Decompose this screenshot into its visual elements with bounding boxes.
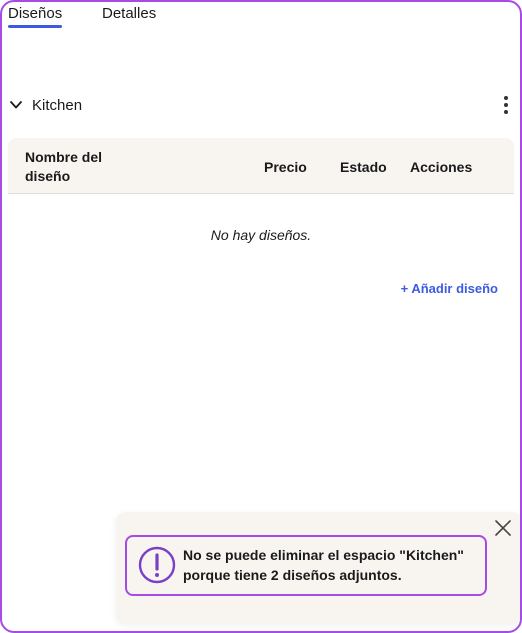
close-icon[interactable] (494, 519, 512, 537)
tab-detalles-label: Detalles (102, 5, 157, 22)
app-frame: Diseños Detalles Kitchen Nombre del dise… (0, 0, 522, 633)
column-header-actions: Acciones (410, 159, 473, 175)
exclamation-circle-icon (138, 546, 176, 584)
column-header-name: Nombre del diseño (25, 149, 103, 184)
column-header-status: Estado (340, 159, 387, 175)
alert-message-text: No se puede eliminar el espacio "Kitchen… (183, 547, 464, 583)
empty-table-message: No hay diseños. (210, 227, 312, 243)
column-header-price: Precio (264, 159, 307, 175)
alert-message-box: No se puede eliminar el espacio "Kitchen… (125, 535, 487, 596)
add-design-button[interactable]: + Añadir diseño (401, 281, 498, 296)
chevron-down-icon[interactable] (8, 97, 24, 113)
tab-disenos[interactable]: Diseños (8, 5, 63, 28)
space-title: Kitchen (32, 97, 83, 114)
active-tab-indicator (8, 25, 63, 28)
tab-bar: Diseños Detalles (2, 2, 520, 34)
tab-detalles[interactable]: Detalles (102, 5, 156, 28)
designs-table-header: Nombre del diseño Precio Estado Acciones (8, 138, 514, 194)
space-section-header: Kitchen (8, 94, 508, 118)
tab-disenos-label: Diseños (8, 5, 63, 22)
error-toast: No se puede eliminar el espacio "Kitchen… (116, 512, 520, 624)
kebab-menu-icon[interactable] (500, 94, 512, 116)
